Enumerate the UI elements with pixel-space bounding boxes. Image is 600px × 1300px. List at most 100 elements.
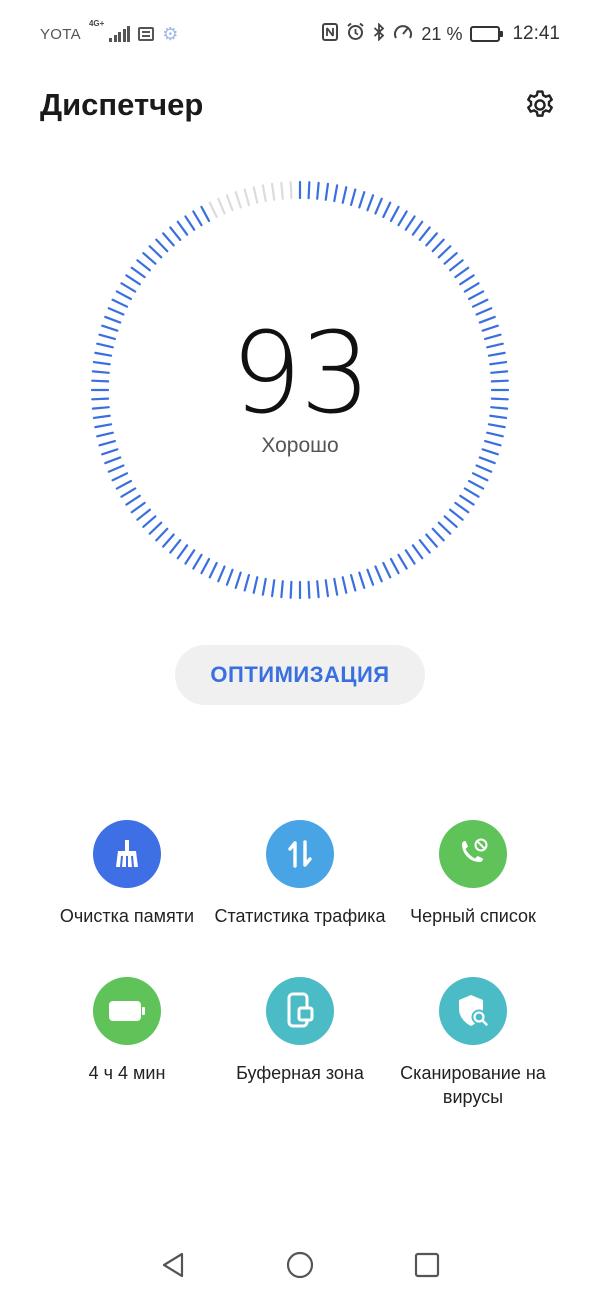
dial-tick [208,201,218,219]
dial-tick [449,259,464,272]
dial-tick [366,568,375,586]
shield-search-icon [459,995,488,1026]
traffic-arrows-icon [288,840,312,868]
dial-tick [324,182,330,201]
dial-tick [234,571,242,589]
back-triangle-icon [163,1252,184,1278]
dial-tick [120,487,137,498]
dial-tick [425,232,438,247]
phone-window-icon [287,992,314,1028]
dial-tick [130,266,146,279]
tool-virus-scan[interactable]: Сканирование на вирусы [386,977,560,1109]
dial-tick [382,201,392,219]
tool-battery[interactable]: 4 ч 4 мин [40,977,214,1085]
settings-button[interactable] [520,85,560,125]
dial-tick [142,515,157,528]
dial-tick [107,307,125,316]
navigation-bar [0,1230,600,1300]
dial-tick [389,557,400,575]
tool-icon-bg [439,977,507,1045]
dial-tick [333,184,339,203]
dial-tick [454,501,470,514]
dial-tick [374,565,383,583]
status-bar: YOTA 4G+ ⚙ 21 % 12:41 [0,0,600,68]
score-value: 93 [230,309,372,439]
dial-tick [397,210,408,227]
tool-memory-cleanup[interactable]: Очистка памяти [40,820,214,928]
tool-label: Очистка памяти [59,906,195,926]
score-dial: 93 Хорошо [90,180,510,600]
tool-label: Статистика трафика [214,906,386,926]
dial-tick [115,479,133,490]
dial-tick [349,573,357,592]
dial-tick [261,577,267,596]
dial-tick [148,245,163,259]
dial-tick [252,186,259,204]
home-button[interactable] [280,1245,320,1285]
dial-tick [382,561,392,579]
dial-tick [459,494,475,506]
dial-tick [115,290,133,301]
dial-tick [234,191,242,209]
tool-buffer-zone[interactable]: Буферная зона [213,977,387,1085]
optimize-button[interactable]: ОПТИМИЗАЦИЯ [175,645,425,705]
dial-tick [136,259,151,272]
dial-tick [155,527,169,542]
dial-tick [111,298,129,308]
dial-tick [349,188,357,207]
dial-tick [411,220,424,236]
dial-tick [176,220,189,236]
tool-icon-bg [266,977,334,1045]
dial-tick [475,307,493,316]
back-button[interactable] [153,1245,193,1285]
tool-traffic-stats[interactable]: Статистика трафика [213,820,387,928]
tool-icon-bg [266,820,334,888]
signal-icon [109,26,131,42]
dial-tick [307,580,311,599]
dial-tick [425,533,438,548]
dial-tick [155,238,169,253]
dial-tick [225,568,234,586]
alarm-icon [346,22,365,46]
tool-icon-bg [439,820,507,888]
dial-tick [459,274,475,286]
dial-tick [184,549,196,565]
dial-tick [142,252,157,265]
dial-tick [404,549,416,565]
settings-gear-icon: ⚙ [162,23,179,44]
dial-tick [316,580,320,599]
dial-tick [208,561,218,579]
dial-tick [243,188,251,207]
dial-tick [389,205,400,223]
dial-tick [471,298,489,308]
bluetooth-icon [373,21,385,46]
dial-tick [431,238,445,253]
tool-label: Сканирование на вирусы [400,1063,546,1107]
dial-tick [125,274,141,286]
dial-tick [107,464,125,473]
dial-tick [217,197,226,215]
clock: 12:41 [512,23,560,44]
dial-tick [217,565,226,583]
dial-tick [411,544,424,560]
battery-icon [109,1001,145,1021]
dial-tick [289,580,293,599]
nfc-icon [322,22,339,46]
dial-tick [261,184,267,203]
dial-tick [431,527,445,542]
dial-tick [437,521,452,535]
gear-icon [527,90,553,117]
recents-button[interactable] [407,1245,447,1285]
blocked-call-icon [462,838,488,862]
dial-tick [358,571,366,589]
tool-blacklist[interactable]: Черный список [386,820,560,928]
header: Диспетчер [40,80,560,130]
dial-tick [252,576,259,594]
dial-tick [397,553,408,570]
dial-tick [280,580,284,599]
dial-tick [443,252,458,265]
recents-square-icon [414,1252,439,1278]
dial-tick [358,191,366,209]
dial-tick [162,533,175,548]
dial-tick [200,205,211,223]
